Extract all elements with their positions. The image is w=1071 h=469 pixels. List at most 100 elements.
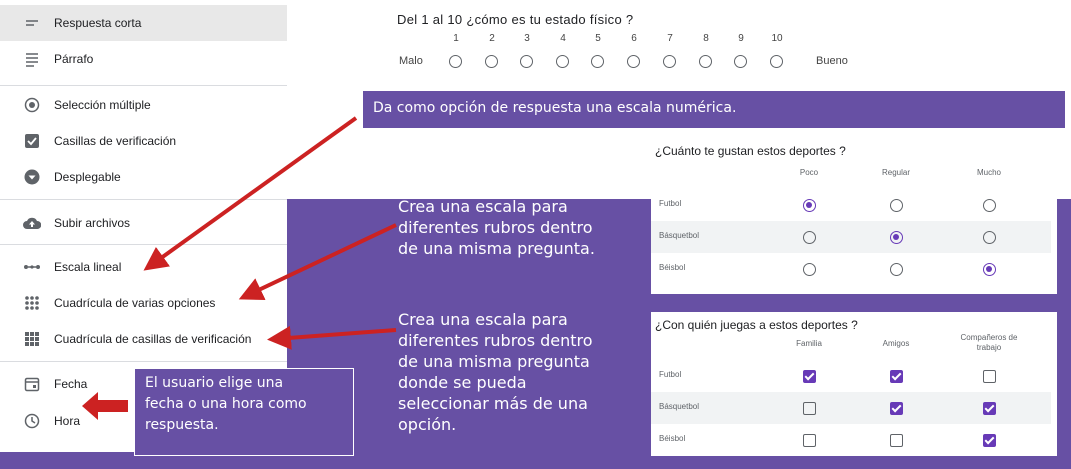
menu-item-label: Fecha: [54, 377, 88, 391]
menu-item-file-upload[interactable]: Subir archivos: [0, 205, 287, 241]
checkbox[interactable]: [803, 434, 816, 447]
scale-question: Del 1 al 10 ¿cómo es tu estado físico ?: [397, 12, 634, 27]
menu-item-linear-scale[interactable]: Escala lineal: [0, 249, 287, 285]
grid-row: Básquetbol: [651, 221, 1051, 253]
column-header: Regular: [881, 168, 910, 177]
grid-row: Béisbol: [651, 253, 1051, 285]
menu-item-label: Subir archivos: [54, 216, 131, 230]
checkbox-icon: [22, 131, 42, 151]
dropdown-icon: [22, 167, 42, 187]
scale-radio[interactable]: [449, 55, 462, 68]
grid-row: Futbol: [651, 360, 1051, 392]
radio-icon: [22, 95, 42, 115]
scale-radio[interactable]: [770, 55, 783, 68]
scale-radio[interactable]: [663, 55, 676, 68]
menu-item-label: Párrafo: [54, 52, 94, 66]
radio-button[interactable]: [983, 231, 996, 244]
row-label: Béisbol: [659, 263, 686, 272]
menu-item-paragraph[interactable]: Párrafo: [0, 41, 287, 77]
radio-button[interactable]: [890, 199, 903, 212]
scale-number: 2: [489, 33, 495, 44]
menu-item-checkboxes[interactable]: Casillas de verificación: [0, 123, 287, 159]
cloud-upload-icon: [22, 213, 42, 233]
checkbox[interactable]: [983, 434, 996, 447]
column-header: Mucho: [976, 168, 1001, 177]
paragraph-icon: [22, 49, 42, 69]
clock-icon: [22, 411, 42, 431]
menu-item-multiple-choice-grid[interactable]: Cuadrícula de varias opciones: [0, 285, 287, 321]
scale-number: 3: [524, 33, 530, 44]
column-header: Amigos: [882, 339, 910, 348]
scale-number: 6: [631, 33, 637, 44]
checkbox-grid-question: ¿Con quién juegas a estos deportes ?: [655, 318, 858, 332]
grid-row: Béisbol: [651, 424, 1051, 456]
checkbox-grid-card: ¿Con quién juegas a estos deportes ? Fam…: [651, 312, 1057, 456]
checkbox[interactable]: [803, 402, 816, 415]
scale-number: 10: [771, 33, 783, 44]
scale-number: 4: [560, 33, 566, 44]
menu-item-dropdown[interactable]: Desplegable: [0, 159, 287, 195]
scale-radio[interactable]: [627, 55, 640, 68]
scale-radio[interactable]: [485, 55, 498, 68]
scale-radio[interactable]: [520, 55, 533, 68]
checkbox[interactable]: [890, 402, 903, 415]
scale-number: 1: [453, 33, 459, 44]
menu-item-label: Hora: [54, 414, 81, 428]
callout-grid: Crea una escala para diferentes rubros d…: [398, 197, 595, 258]
radio-button[interactable]: [890, 263, 903, 276]
radio-button[interactable]: [803, 199, 816, 212]
row-label: Béisbol: [659, 434, 686, 443]
column-header: Familia: [796, 339, 822, 348]
menu-item-label: Cuadrícula de casillas de verificación: [54, 332, 252, 346]
row-label: Futbol: [659, 370, 682, 379]
checkbox[interactable]: [803, 370, 816, 383]
linear-scale-icon: [22, 257, 42, 277]
scale-radio[interactable]: [591, 55, 604, 68]
checkbox[interactable]: [890, 434, 903, 447]
grid-row: Futbol: [651, 189, 1051, 221]
callout-checkbox-grid: Crea una escala para diferentes rubros d…: [398, 310, 593, 434]
menu-divider: [0, 85, 287, 86]
radio-button[interactable]: [890, 231, 903, 244]
row-label: Futbol: [659, 199, 682, 208]
menu-item-label: Desplegable: [54, 170, 121, 184]
menu-item-label: Escala lineal: [54, 260, 122, 274]
scale-radio[interactable]: [556, 55, 569, 68]
menu-divider: [0, 244, 287, 245]
scale-radio[interactable]: [699, 55, 712, 68]
menu-item-multiple-choice[interactable]: Selección múltiple: [0, 87, 287, 123]
linear-scale-example: Del 1 al 10 ¿cómo es tu estado físico ? …: [390, 8, 870, 78]
radio-button[interactable]: [983, 199, 996, 212]
column-header: Compañeros de trabajo: [960, 333, 1018, 352]
scale-number: 5: [595, 33, 601, 44]
grid-icon: [22, 329, 42, 349]
checkbox[interactable]: [983, 370, 996, 383]
menu-item-label: Selección múltiple: [54, 98, 151, 112]
column-header: Poco: [799, 168, 819, 177]
menu-item-short-answer[interactable]: Respuesta corta: [0, 5, 287, 41]
checkbox[interactable]: [983, 402, 996, 415]
radio-button[interactable]: [803, 231, 816, 244]
calendar-icon: [22, 374, 42, 394]
scale-number: 7: [667, 33, 673, 44]
short-answer-icon: [22, 13, 42, 33]
menu-item-label: Respuesta corta: [54, 16, 142, 30]
scale-high-label: Bueno: [816, 55, 848, 67]
radio-grid-card: ¿Cuánto te gustan estos deportes ? Poco …: [651, 137, 1057, 294]
menu-item-checkbox-grid[interactable]: Cuadrícula de casillas de verificación: [0, 321, 287, 357]
radio-button[interactable]: [983, 263, 996, 276]
radio-button[interactable]: [803, 263, 816, 276]
menu-divider: [0, 199, 287, 200]
menu-item-label: Casillas de verificación: [54, 134, 177, 148]
row-label: Básquetbol: [659, 231, 700, 240]
scale-low-label: Malo: [399, 55, 423, 67]
menu-divider: [0, 361, 287, 362]
grid-icon: [22, 293, 42, 313]
scale-radio[interactable]: [734, 55, 747, 68]
callout-linear-scale: Da como opción de respuesta una escala n…: [363, 91, 1065, 128]
menu-item-label: Cuadrícula de varias opciones: [54, 296, 216, 310]
radio-grid-question: ¿Cuánto te gustan estos deportes ?: [655, 144, 846, 158]
grid-row: Básquetbol: [651, 392, 1051, 424]
checkbox[interactable]: [890, 370, 903, 383]
callout-date-time: El usuario elige una fecha o una hora co…: [134, 368, 354, 456]
